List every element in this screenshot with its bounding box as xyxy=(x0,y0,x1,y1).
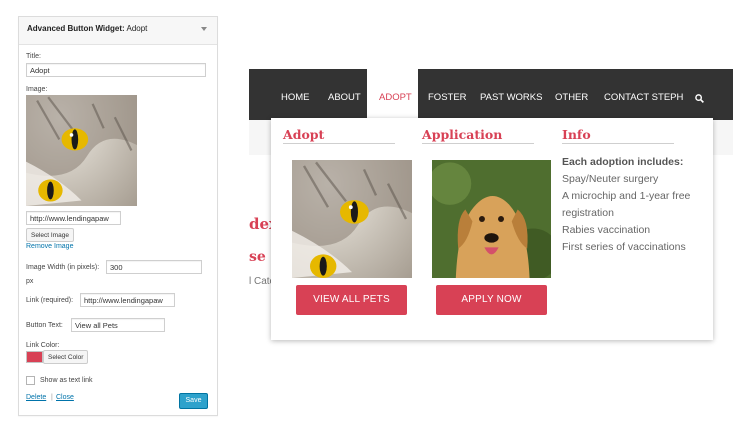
text-link-checkbox[interactable] xyxy=(26,376,35,385)
nav-foster[interactable]: FOSTER xyxy=(428,92,467,103)
info-line: registration xyxy=(562,207,614,219)
apply-now-button[interactable]: APPLY NOW xyxy=(436,285,547,315)
button-text-input[interactable]: View all Pets xyxy=(71,318,165,332)
info-title-rule xyxy=(562,143,674,144)
image-width-input[interactable]: 300 xyxy=(106,260,202,274)
save-button[interactable]: Save xyxy=(179,393,208,409)
adopt-title-rule xyxy=(283,143,395,144)
nav-contact-steph[interactable]: CONTACT STEPH xyxy=(604,92,683,103)
info-line: First series of vaccinations xyxy=(562,241,686,253)
title-label: Title: xyxy=(26,53,41,60)
link-separator: | xyxy=(51,394,53,401)
widget-title-prefix: Advanced Button Widget: xyxy=(27,24,125,33)
image-url-input[interactable]: http://www.lendingapaw xyxy=(26,211,121,225)
nav-home[interactable]: HOME xyxy=(281,92,310,103)
nav-about[interactable]: ABOUT xyxy=(328,92,361,103)
image-width-label: Image Width (in pixels): xyxy=(26,264,100,271)
cat-photo-icon xyxy=(26,95,137,206)
delete-link[interactable]: Delete xyxy=(26,394,46,401)
info-line: Rabies vaccination xyxy=(562,224,651,236)
adopt-mega-menu: Adopt VIEW ALL PETS Application APPLY NO… xyxy=(271,118,713,340)
application-dog-image[interactable] xyxy=(432,160,551,278)
adopt-column-title: Adopt xyxy=(283,127,325,142)
title-input[interactable]: Adopt xyxy=(26,63,206,77)
widget-title-name: Adopt xyxy=(126,24,148,33)
widget-header[interactable]: Advanced Button Widget: Adopt xyxy=(19,17,217,45)
view-all-pets-button[interactable]: VIEW ALL PETS xyxy=(296,285,407,315)
adopt-cat-image[interactable] xyxy=(292,160,412,278)
nav-other[interactable]: OTHER xyxy=(555,92,588,103)
select-image-button[interactable]: Select Image xyxy=(26,228,74,242)
search-icon[interactable] xyxy=(695,94,704,103)
info-line: A microchip and 1-year free xyxy=(562,190,691,202)
info-line: Spay/Neuter surgery xyxy=(562,173,659,185)
nav-adopt[interactable]: ADOPT xyxy=(379,92,412,103)
collapse-arrow-icon[interactable] xyxy=(201,27,207,31)
main-nav: HOME ABOUT ADOPT FOSTER PAST WORKS OTHER… xyxy=(249,69,733,120)
info-heading: Each adoption includes: xyxy=(562,156,684,168)
cat-photo-icon xyxy=(292,160,412,278)
link-input[interactable]: http://www.lendingapaw xyxy=(80,293,175,307)
link-label: Link (required): xyxy=(26,297,74,304)
px-unit: px xyxy=(26,278,34,285)
button-text-label: Button Text: xyxy=(26,322,63,329)
remove-image-link[interactable]: Remove Image xyxy=(26,243,73,250)
select-color-button[interactable]: Select Color xyxy=(43,350,89,364)
close-link[interactable]: Close xyxy=(56,394,74,401)
application-column-title: Application xyxy=(422,127,503,142)
application-title-rule xyxy=(422,143,534,144)
link-color-label: Link Color: xyxy=(26,342,60,349)
widget-panel: Advanced Button Widget: Adopt Title: Ado… xyxy=(18,16,218,416)
widget-cat-image xyxy=(26,95,137,206)
link-color-swatch[interactable] xyxy=(26,351,43,363)
nav-past-works[interactable]: PAST WORKS xyxy=(480,92,542,103)
show-text-link-label: Show as text link xyxy=(40,377,93,384)
image-label: Image: xyxy=(26,86,48,93)
info-column-title: Info xyxy=(562,127,591,142)
dog-photo-icon xyxy=(432,160,551,278)
